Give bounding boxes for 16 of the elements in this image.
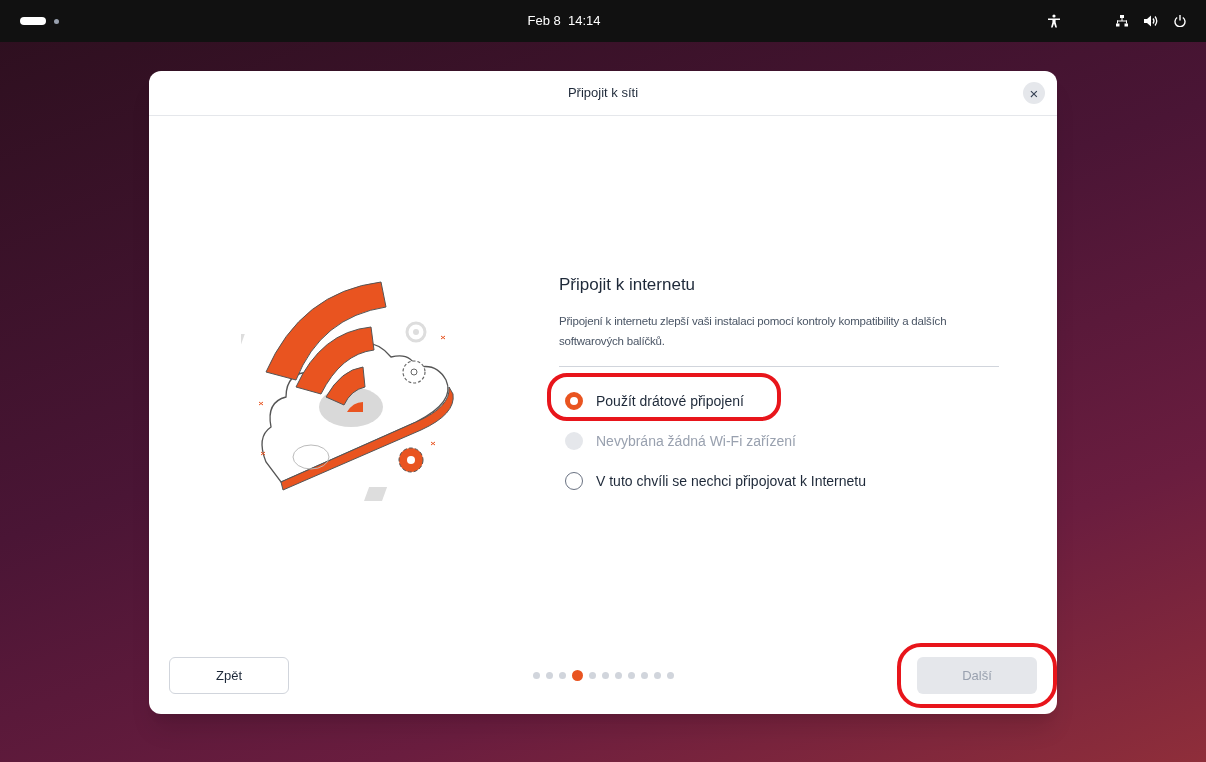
radio-button[interactable]	[565, 472, 583, 491]
section-heading: Připojit k internetu	[559, 273, 697, 296]
network-icon[interactable]	[1116, 15, 1128, 27]
power-icon[interactable]	[1174, 15, 1186, 27]
clock[interactable]: Feb 8 14:14	[527, 11, 601, 31]
accessibility-icon[interactable]	[1048, 14, 1060, 28]
workspace-indicator[interactable]	[54, 18, 59, 24]
workspace-indicator[interactable]	[20, 17, 46, 25]
back-button[interactable]: Zpět	[169, 657, 289, 694]
radio-button[interactable]	[565, 392, 583, 411]
option-label[interactable]: V tuto chvíli se nechci připojovat k Internetu	[596, 470, 867, 492]
speaker-icon[interactable]	[1144, 15, 1158, 27]
close-button[interactable]: ×	[1023, 82, 1045, 104]
description-text: Připojení k internetu zlepší vaši instalaci pomocí kontroly kompatibility a dalších softwarových balíčků.	[559, 311, 999, 368]
option-label[interactable]: Použít drátové připojení	[596, 390, 744, 412]
dialog-title: Připojit k síti	[567, 84, 639, 103]
